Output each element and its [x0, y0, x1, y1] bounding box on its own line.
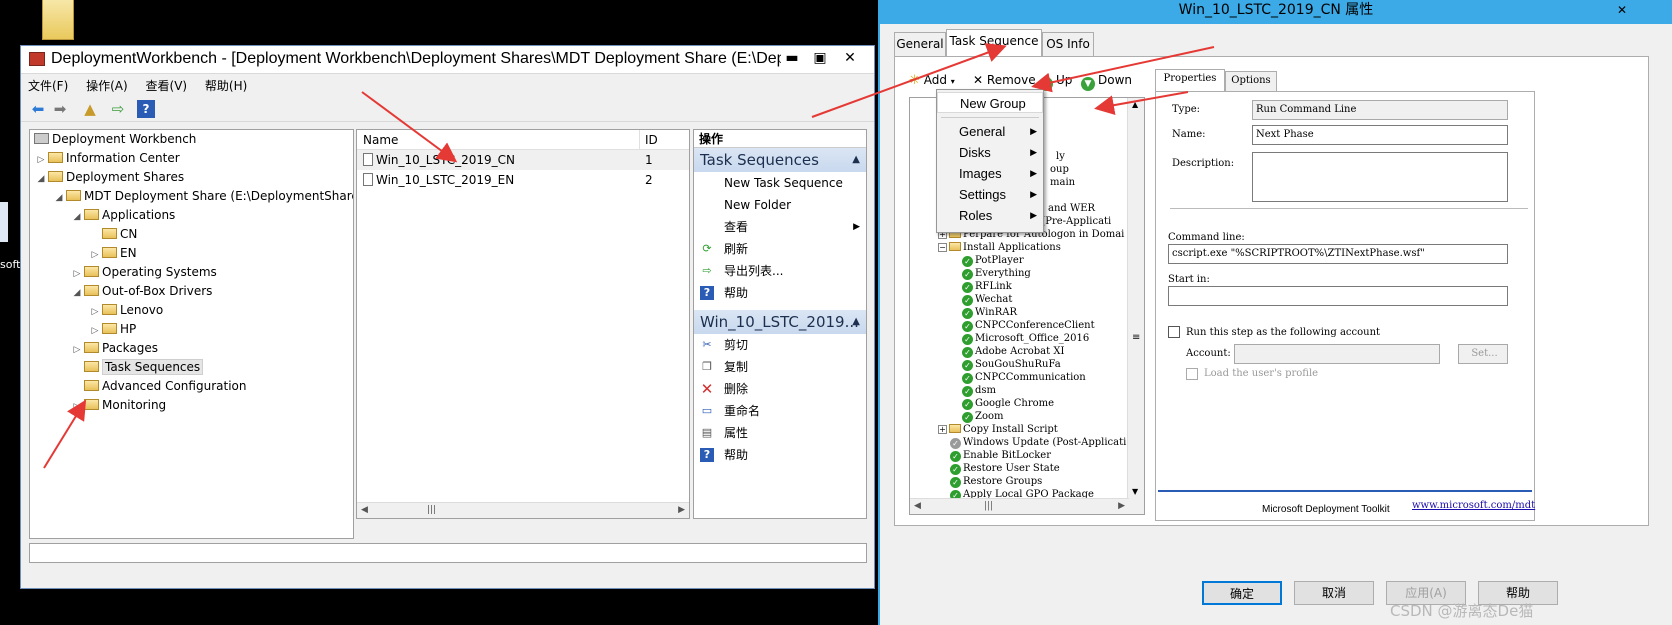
arrow-to-task-sequences	[43, 399, 87, 469]
annotation-arrows	[43, 43, 1215, 469]
arrow-to-new-group	[1094, 91, 1189, 116]
arrow-to-task-sequence-tab	[811, 43, 1007, 118]
watermark: CSDN @游离态De猫	[1390, 602, 1534, 620]
arrow-to-task-sequence-row	[361, 91, 458, 163]
arrow-to-add-button	[1031, 46, 1215, 93]
